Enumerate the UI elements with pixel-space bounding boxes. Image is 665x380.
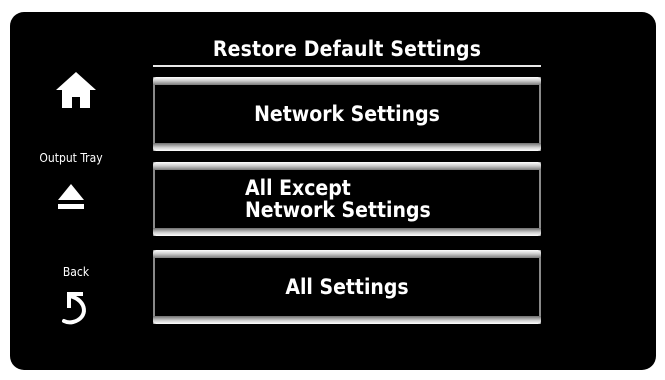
home-button[interactable]	[40, 70, 112, 130]
label-line-1: All Except	[245, 176, 351, 200]
page-title: Restore Default Settings	[212, 37, 482, 61]
network-settings-button[interactable]: Network Settings	[153, 77, 541, 151]
output-tray-label: Output Tray	[39, 151, 103, 165]
back-label: Back	[62, 265, 90, 279]
output-tray-button[interactable]: Output Tray	[15, 150, 127, 240]
eject-icon	[58, 184, 84, 209]
title-divider	[153, 65, 541, 67]
back-button[interactable]: Back	[40, 264, 112, 350]
button-bevel-bottom	[153, 228, 541, 236]
all-except-network-settings-label: All Except Network Settings	[155, 170, 539, 228]
printer-screen: Restore Default Settings Output Tray Bac…	[10, 12, 656, 370]
all-settings-label: All Settings	[285, 275, 409, 299]
button-bevel-bottom	[153, 143, 541, 151]
button-bevel-bottom	[153, 316, 541, 324]
button-bevel-top	[153, 250, 541, 258]
network-settings-label: Network Settings	[254, 102, 440, 126]
label-line-2: Network Settings	[245, 198, 431, 222]
all-settings-button[interactable]: All Settings	[153, 250, 541, 324]
back-arrow-icon	[62, 292, 86, 325]
button-bevel-top	[153, 162, 541, 170]
home-icon	[56, 72, 96, 108]
button-bevel-top	[153, 77, 541, 85]
all-except-network-settings-button[interactable]: All Except Network Settings	[153, 162, 541, 236]
